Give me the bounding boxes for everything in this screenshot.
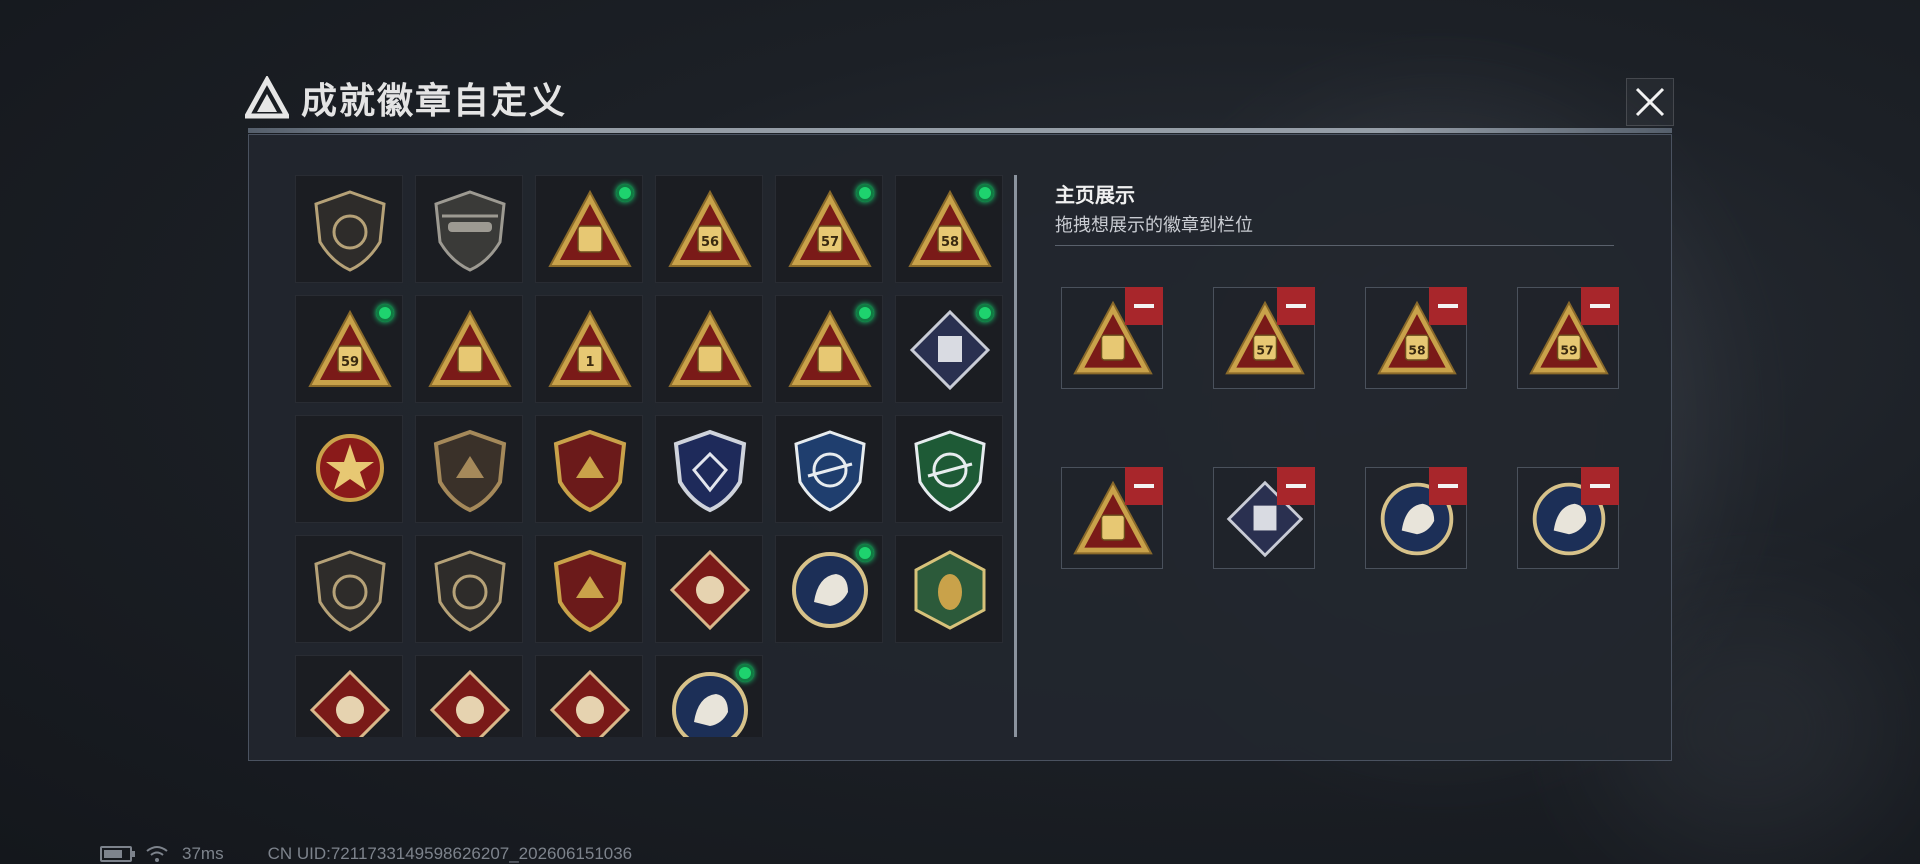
remove-badge-button[interactable] <box>1429 287 1467 325</box>
badge-cell[interactable] <box>295 655 403 737</box>
badge-cell[interactable] <box>295 535 403 643</box>
new-indicator-dot <box>616 184 634 202</box>
close-icon <box>1635 87 1665 117</box>
remove-badge-button[interactable] <box>1277 287 1315 325</box>
badge-cell[interactable]: 59 <box>295 295 403 403</box>
header-divider <box>248 128 1672 133</box>
badge-cell[interactable] <box>655 655 763 737</box>
badge-cell[interactable] <box>775 295 883 403</box>
badge-cell[interactable] <box>415 415 523 523</box>
new-indicator-dot <box>976 184 994 202</box>
panel-divider <box>1014 175 1017 737</box>
close-button[interactable] <box>1626 78 1674 126</box>
badge-grid-scroll[interactable]: 56 57 58 59 1 <box>295 175 1015 737</box>
remove-badge-button[interactable] <box>1125 287 1163 325</box>
dialog-title: 成就徽章自定义 <box>301 81 568 122</box>
remove-badge-button[interactable] <box>1581 287 1619 325</box>
badge-icon <box>433 429 507 513</box>
badge-icon <box>673 429 747 513</box>
display-section-title: 主页展示 <box>1055 183 1135 207</box>
new-indicator-dot <box>976 304 994 322</box>
badge-icon <box>434 550 506 632</box>
badge-cell[interactable] <box>535 535 643 643</box>
badge-icon: 56 <box>668 189 752 267</box>
user-uid: CN UID:7211733149598626207_202606151036 <box>267 844 633 863</box>
wifi-icon <box>146 846 168 862</box>
svg-text:58: 58 <box>941 235 959 250</box>
badge-cell[interactable] <box>535 655 643 737</box>
badge-cell[interactable] <box>895 295 1003 403</box>
badge-cell[interactable] <box>655 415 763 523</box>
badge-cell[interactable] <box>655 535 763 643</box>
status-bar: 37ms CN UID:7211733149598626207_20260615… <box>100 844 632 864</box>
svg-text:59: 59 <box>1560 342 1577 357</box>
badge-cell[interactable] <box>415 175 523 283</box>
new-indicator-dot <box>856 184 874 202</box>
badge-icon <box>429 669 511 737</box>
battery-icon <box>100 846 135 862</box>
display-slot[interactable]: 59 <box>1517 287 1619 389</box>
new-indicator-dot <box>856 304 874 322</box>
badge-cell[interactable] <box>295 175 403 283</box>
svg-text:56: 56 <box>701 235 719 250</box>
svg-text:57: 57 <box>1256 342 1273 357</box>
badge-cell[interactable] <box>655 295 763 403</box>
ping-value: 37ms <box>182 844 224 863</box>
badge-cell[interactable] <box>535 415 643 523</box>
display-slot[interactable]: 57 <box>1213 287 1315 389</box>
remove-badge-button[interactable] <box>1277 467 1315 505</box>
badge-cell[interactable] <box>775 415 883 523</box>
badge-icon <box>428 309 512 387</box>
badge-cell[interactable] <box>295 415 403 523</box>
badge-icon <box>794 430 866 512</box>
badge-icon <box>914 550 986 630</box>
badge-cell[interactable] <box>895 415 1003 523</box>
badge-cell[interactable]: 56 <box>655 175 763 283</box>
badge-cell[interactable]: 57 <box>775 175 883 283</box>
badge-icon <box>549 669 631 737</box>
badge-icon <box>316 434 384 502</box>
badge-icon <box>309 669 391 737</box>
svg-text:1: 1 <box>585 355 594 370</box>
badge-icon <box>668 309 752 387</box>
badge-icon: 1 <box>548 309 632 387</box>
badge-icon <box>669 549 751 631</box>
badge-cell[interactable] <box>415 295 523 403</box>
new-indicator-dot <box>376 304 394 322</box>
badge-cell[interactable] <box>895 535 1003 643</box>
display-slot[interactable]: 58 <box>1365 287 1467 389</box>
display-slot[interactable] <box>1213 467 1315 569</box>
badge-cell[interactable] <box>415 535 523 643</box>
badge-icon <box>434 190 506 272</box>
badge-cell[interactable] <box>415 655 523 737</box>
svg-text:57: 57 <box>821 235 839 250</box>
display-section-hint: 拖拽想展示的徽章到栏位 <box>1055 215 1253 236</box>
remove-badge-button[interactable] <box>1581 467 1619 505</box>
display-slot[interactable] <box>1061 287 1163 389</box>
badge-icon <box>553 429 627 513</box>
app-logo-icon <box>245 76 289 119</box>
badge-cell[interactable]: 1 <box>535 295 643 403</box>
dialog-header: 成就徽章自定义 <box>245 73 567 123</box>
display-slot[interactable] <box>1365 467 1467 569</box>
remove-badge-button[interactable] <box>1125 467 1163 505</box>
badge-panel: 56 57 58 59 1 主页展示 拖拽想展示的徽章到栏位 57 58 59 <box>248 134 1672 761</box>
badge-cell[interactable] <box>775 535 883 643</box>
badge-cell[interactable]: 58 <box>895 175 1003 283</box>
display-slot[interactable] <box>1061 467 1163 569</box>
section-divider <box>1055 245 1614 246</box>
badge-icon <box>314 550 386 632</box>
badge-icon <box>553 549 627 633</box>
badge-icon <box>914 430 986 512</box>
new-indicator-dot <box>736 664 754 682</box>
svg-text:59: 59 <box>341 355 359 370</box>
svg-text:58: 58 <box>1408 342 1425 357</box>
badge-icon <box>314 190 386 272</box>
remove-badge-button[interactable] <box>1429 467 1467 505</box>
new-indicator-dot <box>856 544 874 562</box>
display-slot[interactable] <box>1517 467 1619 569</box>
badge-cell[interactable] <box>535 175 643 283</box>
